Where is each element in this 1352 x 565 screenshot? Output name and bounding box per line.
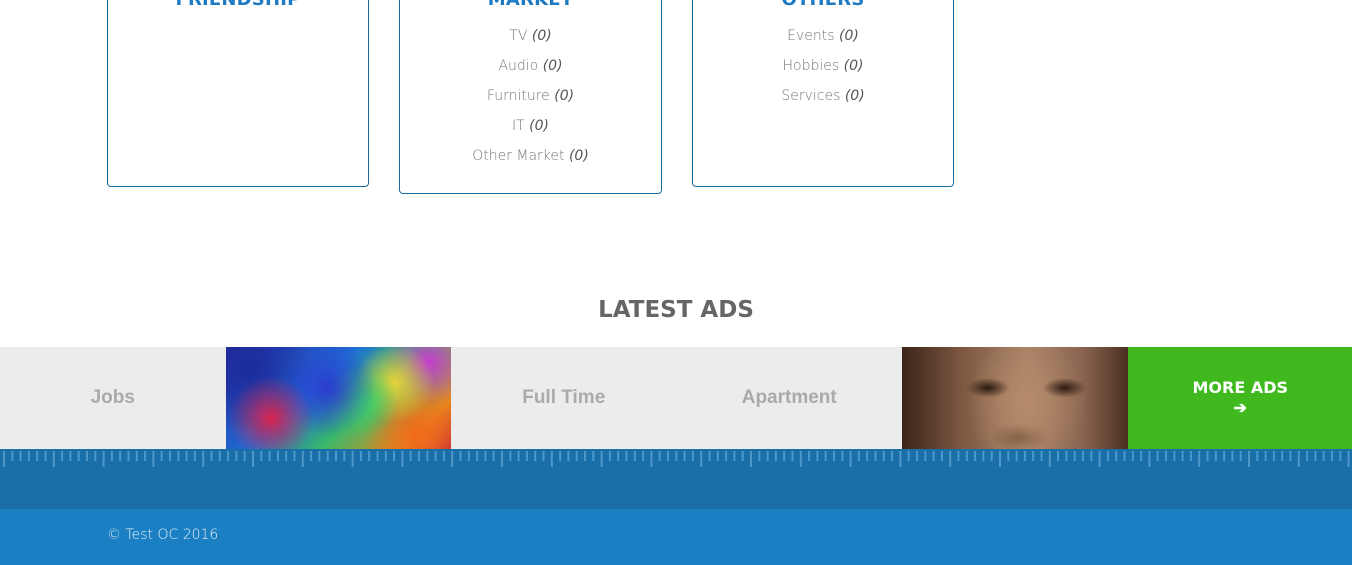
- subcategory-count: (0): [843, 58, 864, 74]
- subcategory-item[interactable]: Audio (0): [400, 57, 661, 87]
- subcategory-count: (0): [554, 88, 575, 104]
- subcategory-count: (0): [529, 118, 549, 134]
- ad-tile-jobs[interactable]: Jobs: [0, 347, 226, 449]
- category-card-market: MARKET TV (0) Audio (0) Furniture (0) IT…: [399, 0, 662, 194]
- subcategory-link-services[interactable]: Services: [781, 88, 840, 104]
- copyright-text: © Test OC 2016: [107, 527, 219, 543]
- subcategory-item[interactable]: IT (0): [400, 117, 661, 147]
- category-card-friendship: FRIENDSHIP: [107, 0, 369, 187]
- subcategory-link-it[interactable]: IT: [512, 118, 525, 134]
- ad-tile-portrait-image[interactable]: [902, 347, 1128, 449]
- latest-ads-row: Jobs Full Time Apartment MORE ADS ➔: [0, 347, 1352, 449]
- subcategory-list-others: Events (0) Hobbies (0) Services (0): [693, 27, 953, 117]
- subcategory-list-market: TV (0) Audio (0) Furniture (0) IT (0) Ot…: [400, 27, 661, 177]
- subcategory-link-other-market[interactable]: Other Market: [472, 148, 564, 164]
- subcategory-item[interactable]: Furniture (0): [400, 87, 661, 117]
- category-title-friendship[interactable]: FRIENDSHIP: [108, 0, 368, 12]
- ad-tile-abstract-image[interactable]: [225, 347, 451, 449]
- ad-tile-label: Apartment: [741, 387, 837, 408]
- subcategory-link-furniture[interactable]: Furniture: [487, 88, 550, 104]
- page: FRIENDSHIP MARKET TV (0) Audio (0) Furni…: [0, 0, 1352, 565]
- ad-tile-label: Full Time: [522, 387, 606, 408]
- more-ads-label: MORE ADS: [1192, 378, 1289, 397]
- subcategory-count: (0): [568, 148, 589, 164]
- subcategory-count: (0): [839, 28, 859, 44]
- subcategory-item[interactable]: Services (0): [693, 87, 953, 117]
- ad-tile-label: Jobs: [90, 387, 135, 408]
- footer-ruler-band: [0, 449, 1352, 509]
- footer: © Test OC 2016: [0, 509, 1352, 565]
- category-card-others: OTHERS Events (0) Hobbies (0) Services (…: [692, 0, 954, 187]
- subcategory-link-events[interactable]: Events: [787, 28, 834, 44]
- subcategory-count: (0): [542, 58, 563, 74]
- subcategory-link-audio[interactable]: Audio: [498, 58, 538, 74]
- ad-tile-apartment[interactable]: Apartment: [676, 347, 902, 449]
- subcategory-count: (0): [531, 28, 552, 44]
- subcategory-item[interactable]: Events (0): [693, 27, 953, 57]
- ad-tile-full-time[interactable]: Full Time: [451, 347, 677, 449]
- subcategory-item[interactable]: Hobbies (0): [693, 57, 953, 87]
- subcategory-item[interactable]: TV (0): [400, 27, 661, 57]
- more-ads-button[interactable]: MORE ADS ➔: [1127, 347, 1352, 449]
- subcategory-link-hobbies[interactable]: Hobbies: [783, 58, 840, 74]
- latest-ads-heading: LATEST ADS: [598, 297, 754, 323]
- category-title-market[interactable]: MARKET: [400, 0, 661, 12]
- ruler-ticks: [3, 451, 1350, 467]
- arrow-right-icon: ➔: [1233, 400, 1247, 417]
- category-title-others[interactable]: OTHERS: [693, 0, 953, 12]
- subcategory-item[interactable]: Other Market (0): [400, 147, 661, 177]
- subcategory-link-tv[interactable]: TV: [509, 28, 527, 44]
- subcategory-count: (0): [844, 88, 865, 104]
